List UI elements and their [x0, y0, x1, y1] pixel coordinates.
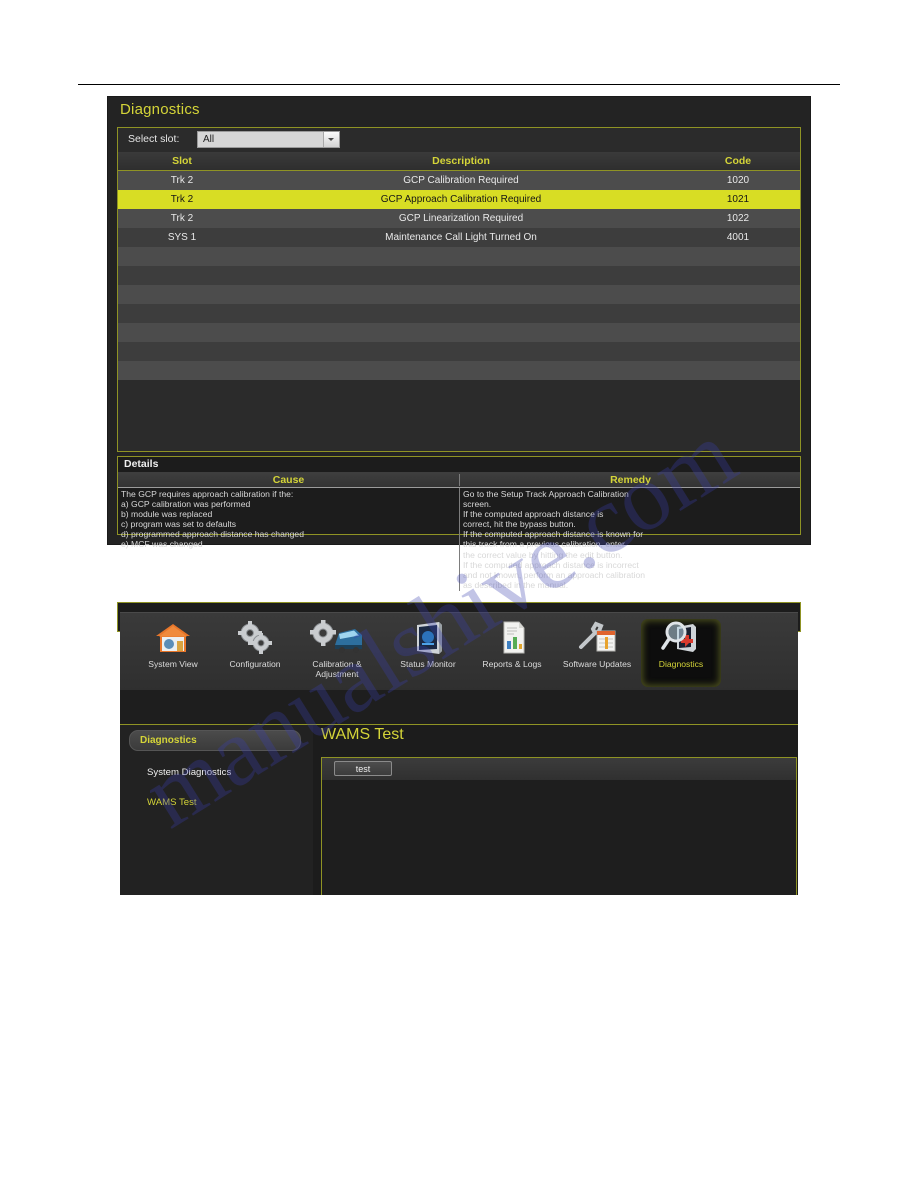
toolbar-label: Diagnostics [658, 659, 704, 669]
chevron-down-icon[interactable] [323, 132, 339, 147]
cell-slot: SYS 1 [167, 232, 197, 243]
cell-description: GCP Approach Calibration Required [380, 194, 542, 205]
toolbar-button-configuration[interactable]: Configuration [215, 619, 295, 687]
table-row-empty [118, 361, 800, 380]
cause-line: a) GCP calibration was performed [121, 499, 251, 510]
cause-line: c) program was set to defaults [121, 519, 237, 530]
column-header-code: Code [724, 155, 752, 167]
application-window: System View Configuration Calibration & … [120, 612, 798, 895]
toolbar-button-system-view[interactable]: System View [133, 619, 213, 687]
cell-code: 4001 [726, 232, 750, 243]
select-slot-dropdown[interactable]: All [197, 131, 340, 148]
diagnostics-table-frame: Select slot: All Slot Description Code T… [117, 127, 801, 452]
table-row[interactable]: SYS 1 Maintenance Call Light Turned On 4… [118, 228, 800, 247]
toolbar-label: Calibration & Adjustment [312, 659, 362, 679]
table-row-selected[interactable]: Trk 2 GCP Approach Calibration Required … [118, 190, 800, 209]
magnifier-monitor-icon [641, 619, 721, 659]
toolbar-label: Software Updates [562, 659, 632, 669]
toolbar-label: System View [148, 659, 198, 669]
content-area: WAMS Test test [313, 725, 798, 895]
sidebar-tab-diagnostics[interactable]: Diagnostics [129, 730, 301, 751]
details-panel: Details Cause Remedy The GCP requires ap… [117, 456, 801, 591]
window-title: Diagnostics [120, 101, 200, 118]
column-header-slot: Slot [172, 155, 192, 167]
toolbar-label: Status Monitor [400, 659, 456, 669]
table-row-empty [118, 266, 800, 285]
remedy-line: If the computed approach distance is kno… [463, 529, 644, 540]
wams-test-body [322, 780, 796, 895]
cause-line: b) module was replaced [121, 509, 213, 520]
cell-slot: Trk 2 [170, 213, 194, 224]
cell-description: Maintenance Call Light Turned On [385, 232, 537, 243]
gears-icon [215, 619, 295, 659]
sidebar-item-wams-test[interactable]: WAMS Test [147, 797, 197, 808]
cell-code: 1022 [726, 213, 750, 224]
toolbar-button-software-updates[interactable]: Software Updates [557, 619, 637, 687]
cell-code: 1020 [726, 175, 750, 186]
cell-description: GCP Linearization Required [398, 213, 524, 224]
table-row-empty [118, 247, 800, 266]
cell-code: 1021 [726, 194, 750, 205]
gear-train-icon [297, 619, 377, 659]
cell-description: GCP Calibration Required [403, 175, 519, 186]
cell-slot: Trk 2 [170, 175, 194, 186]
slot-filter-bar: Select slot: All [118, 128, 800, 152]
toolbar-button-diagnostics[interactable]: Diagnostics [641, 619, 721, 687]
details-header-row: Cause Remedy [118, 472, 800, 488]
table-row-empty [118, 304, 800, 323]
test-button[interactable]: test [334, 761, 392, 776]
details-title: Details [124, 458, 159, 470]
table-row-empty [118, 342, 800, 361]
sidebar: Diagnostics System Diagnostics WAMS Test [120, 725, 313, 895]
table-body: Trk 2 GCP Calibration Required 1020 Trk … [118, 171, 800, 451]
header-divider [78, 84, 840, 85]
diagnostics-window: Diagnostics Select slot: All Slot Descri… [108, 97, 810, 632]
cell-slot: Trk 2 [170, 194, 194, 205]
column-header-remedy: Remedy [459, 474, 801, 486]
remedy-line: this track from a previous calibration, … [463, 539, 625, 550]
table-row-empty [118, 323, 800, 342]
page-title-text: WAMS Test [321, 726, 404, 743]
cause-line: The GCP requires approach calibration if… [121, 489, 294, 499]
toolbar-label: Reports & Logs [482, 659, 542, 669]
monitor-icon [388, 619, 468, 659]
column-header-cause: Cause [272, 474, 305, 486]
table-row-empty [118, 285, 800, 304]
sub-toolbar-divider [120, 690, 798, 725]
remedy-line: Go to the Setup Track Approach Calibrati… [463, 489, 629, 499]
remedy-line: If the computed approach distance is inc… [463, 559, 639, 570]
wrench-calendar-icon [557, 619, 637, 659]
table-header-row: Slot Description Code [118, 152, 800, 171]
sidebar-item-system-diagnostics[interactable]: System Diagnostics [147, 767, 231, 778]
remedy-line: correct, hit the bypass button. [463, 519, 576, 530]
remedy-line: If the computed approach distance is [463, 509, 604, 520]
house-icon [133, 619, 213, 659]
select-slot-value: All [203, 134, 215, 145]
cause-line: d) programmed approach distance has chan… [121, 529, 304, 540]
cause-line: e) MCF was changed [121, 539, 203, 550]
table-row[interactable]: Trk 2 GCP Calibration Required 1020 [118, 171, 800, 190]
document-page: Diagnostics Select slot: All Slot Descri… [0, 0, 918, 1188]
remedy-line: the correct value by hitting the edit bu… [463, 549, 623, 560]
test-button-label: test [355, 764, 371, 774]
toolbar-button-reports-logs[interactable]: Reports & Logs [472, 619, 552, 687]
table-row[interactable]: Trk 2 GCP Linearization Required 1022 [118, 209, 800, 228]
wams-test-panel: test [321, 757, 797, 895]
column-header-description: Description [432, 155, 490, 167]
page-title: WAMS Test [321, 726, 404, 744]
document-chart-icon [472, 619, 552, 659]
remedy-text-block: Go to the Setup Track Approach Calibrati… [459, 488, 800, 591]
toolbar-button-status-monitor[interactable]: Status Monitor [388, 619, 468, 687]
main-toolbar: System View Configuration Calibration & … [120, 612, 798, 691]
wams-test-toolbar: test [322, 758, 796, 780]
select-slot-label: Select slot: [128, 133, 180, 145]
remedy-line: and not known, perform an approach calib… [463, 569, 646, 580]
toolbar-label: Configuration [229, 659, 281, 669]
toolbar-button-calibration-adjustment[interactable]: Calibration & Adjustment [297, 619, 377, 687]
sidebar-tab-label: Diagnostics [140, 735, 197, 746]
details-columns: The GCP requires approach calibration if… [118, 488, 800, 598]
remedy-line: screen. [463, 499, 492, 510]
cause-text-block: The GCP requires approach calibration if… [118, 488, 459, 551]
remedy-line: as described in the manual. [463, 579, 569, 590]
